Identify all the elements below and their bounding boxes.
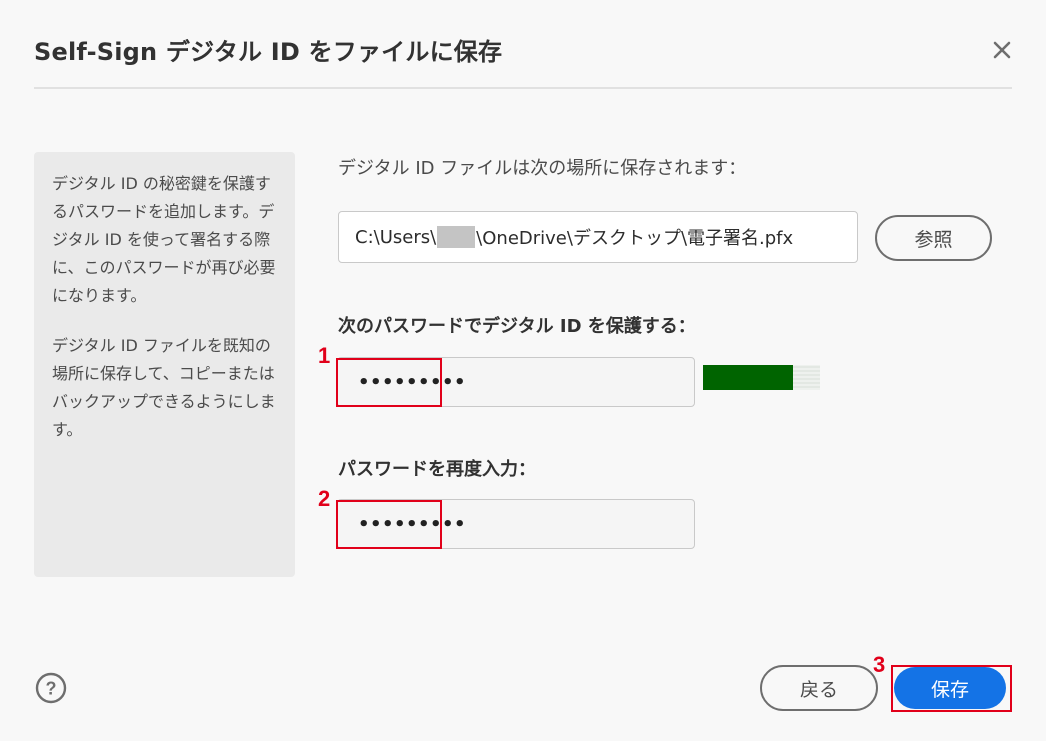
save-digital-id-dialog: Self-Sign デジタル ID をファイルに保存 デジタル ID の秘密鍵を…	[0, 0, 1046, 741]
back-button[interactable]: 戻る	[760, 665, 878, 711]
dialog-title: Self-Sign デジタル ID をファイルに保存	[34, 38, 503, 66]
password-input[interactable]: •••••••••	[337, 357, 695, 407]
password-strength-remaining	[793, 365, 820, 390]
close-icon[interactable]	[988, 36, 1016, 64]
step-number-3: 3	[873, 652, 886, 677]
svg-text:?: ?	[46, 679, 57, 699]
redacted-username	[437, 226, 476, 248]
confirm-password-input[interactable]: •••••••••	[337, 499, 695, 549]
info-text: デジタル ID の秘密鍵を保護するパスワードを追加します。デジタル ID を使っ…	[52, 170, 278, 444]
info-paragraph-password: デジタル ID の秘密鍵を保護するパスワードを追加します。デジタル ID を使っ…	[52, 174, 276, 305]
step-number-2: 2	[318, 486, 331, 511]
step-number-1: 1	[318, 343, 331, 368]
location-label: デジタル ID ファイルは次の場所に保存されます：	[338, 158, 747, 179]
info-panel: デジタル ID の秘密鍵を保護するパスワードを追加します。デジタル ID を使っ…	[34, 152, 295, 577]
path-suffix: \OneDrive\デスクトップ\電子署名.pfx	[476, 228, 794, 249]
path-prefix: C:\Users\	[355, 226, 437, 248]
file-path-field[interactable]: C:\Users\ \OneDrive\デスクトップ\電子署名.pfx	[338, 211, 858, 263]
title-divider	[34, 87, 1012, 89]
info-paragraph-location: デジタル ID ファイルを既知の場所に保存して、コピーまたはバックアップできるよ…	[52, 336, 276, 439]
help-icon[interactable]: ?	[35, 672, 67, 704]
password-label: 次のパスワードでデジタル ID を保護する：	[338, 316, 696, 337]
save-button[interactable]: 保存	[894, 667, 1006, 709]
password-strength-meter	[703, 365, 793, 390]
browse-button[interactable]: 参照	[875, 215, 992, 261]
confirm-password-label: パスワードを再度入力：	[338, 459, 536, 480]
